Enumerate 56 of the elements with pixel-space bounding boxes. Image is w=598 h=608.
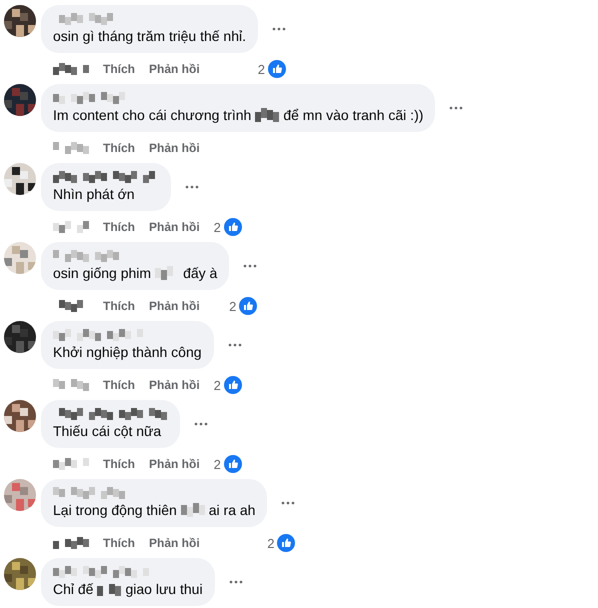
more-icon[interactable] (281, 501, 296, 505)
comment-text: Khởi nghiệp thành công (53, 344, 202, 360)
pixelated-word-drawing (180, 503, 205, 517)
like-link[interactable]: Thích (103, 457, 135, 471)
like-icon (224, 218, 242, 236)
reaction-count: 2 (214, 456, 221, 472)
like-link[interactable]: Thích (103, 299, 135, 313)
reaction-count: 2 (214, 378, 221, 392)
comment-text: để mn vào tranh cãi :)) (283, 107, 424, 123)
more-icon[interactable] (228, 343, 242, 347)
comment-text: Thiếu cái cột nữa (53, 423, 162, 439)
reply-link[interactable]: Phản hồi (149, 141, 200, 155)
more-icon[interactable] (272, 27, 286, 31)
more-icon[interactable] (185, 185, 199, 189)
like-icon (239, 297, 258, 315)
like-link[interactable]: Thích (103, 141, 135, 155)
comment-text: giao lưu thui (125, 581, 203, 597)
comment-text: osin giống phim (53, 265, 152, 281)
like-icon (277, 534, 296, 552)
comment-text: osin gì tháng trăm triệu thế nhỉ. (53, 28, 246, 44)
reaction-count: 2 (258, 62, 265, 76)
reaction-count: 2 (214, 220, 221, 234)
pixelated-time-drawing (53, 221, 89, 233)
more-icon[interactable] (243, 264, 258, 268)
pixelated-word-drawing (255, 108, 280, 122)
reply-link[interactable]: Phản hồi (149, 220, 200, 234)
comment-text: đấy à (183, 265, 218, 281)
pixelated-time-drawing (53, 537, 89, 549)
like-link[interactable]: Thích (103, 378, 135, 392)
pixelated-word-drawing (97, 582, 122, 596)
comment-text: Nhìn phát ớn (53, 186, 135, 202)
more-icon[interactable] (228, 580, 243, 584)
like-link[interactable]: Thích (103, 220, 135, 234)
more-icon[interactable] (194, 422, 208, 426)
comment-text: Lại trong động thiên (53, 502, 177, 518)
pixelated-time-drawing (53, 379, 89, 391)
pixelated-time-drawing (53, 63, 89, 75)
reply-link[interactable]: Phản hồi (149, 536, 200, 550)
reaction-count: 2 (229, 298, 236, 314)
like-icon (224, 376, 242, 394)
like-link[interactable]: Thích (103, 536, 135, 550)
pixelated-time-drawing (53, 142, 89, 154)
reaction-count: 2 (267, 536, 274, 550)
like-icon (268, 60, 286, 78)
comment-text: Im content cho cái chương trình (53, 107, 252, 123)
comment-text: Chỉ đế (53, 581, 94, 597)
pixelated-name-drawing (53, 250, 122, 262)
reply-link[interactable]: Phản hồi (149, 62, 200, 76)
pixelated-time-drawing (53, 458, 89, 470)
like-icon (224, 455, 242, 473)
comment-text: ai ra ah (208, 502, 256, 518)
more-icon[interactable] (449, 106, 464, 110)
reply-link[interactable]: Phản hồi (149, 299, 200, 313)
reply-link[interactable]: Phản hồi (149, 457, 200, 471)
reply-link[interactable]: Phản hồi (149, 378, 200, 392)
like-link[interactable]: Thích (103, 62, 135, 76)
